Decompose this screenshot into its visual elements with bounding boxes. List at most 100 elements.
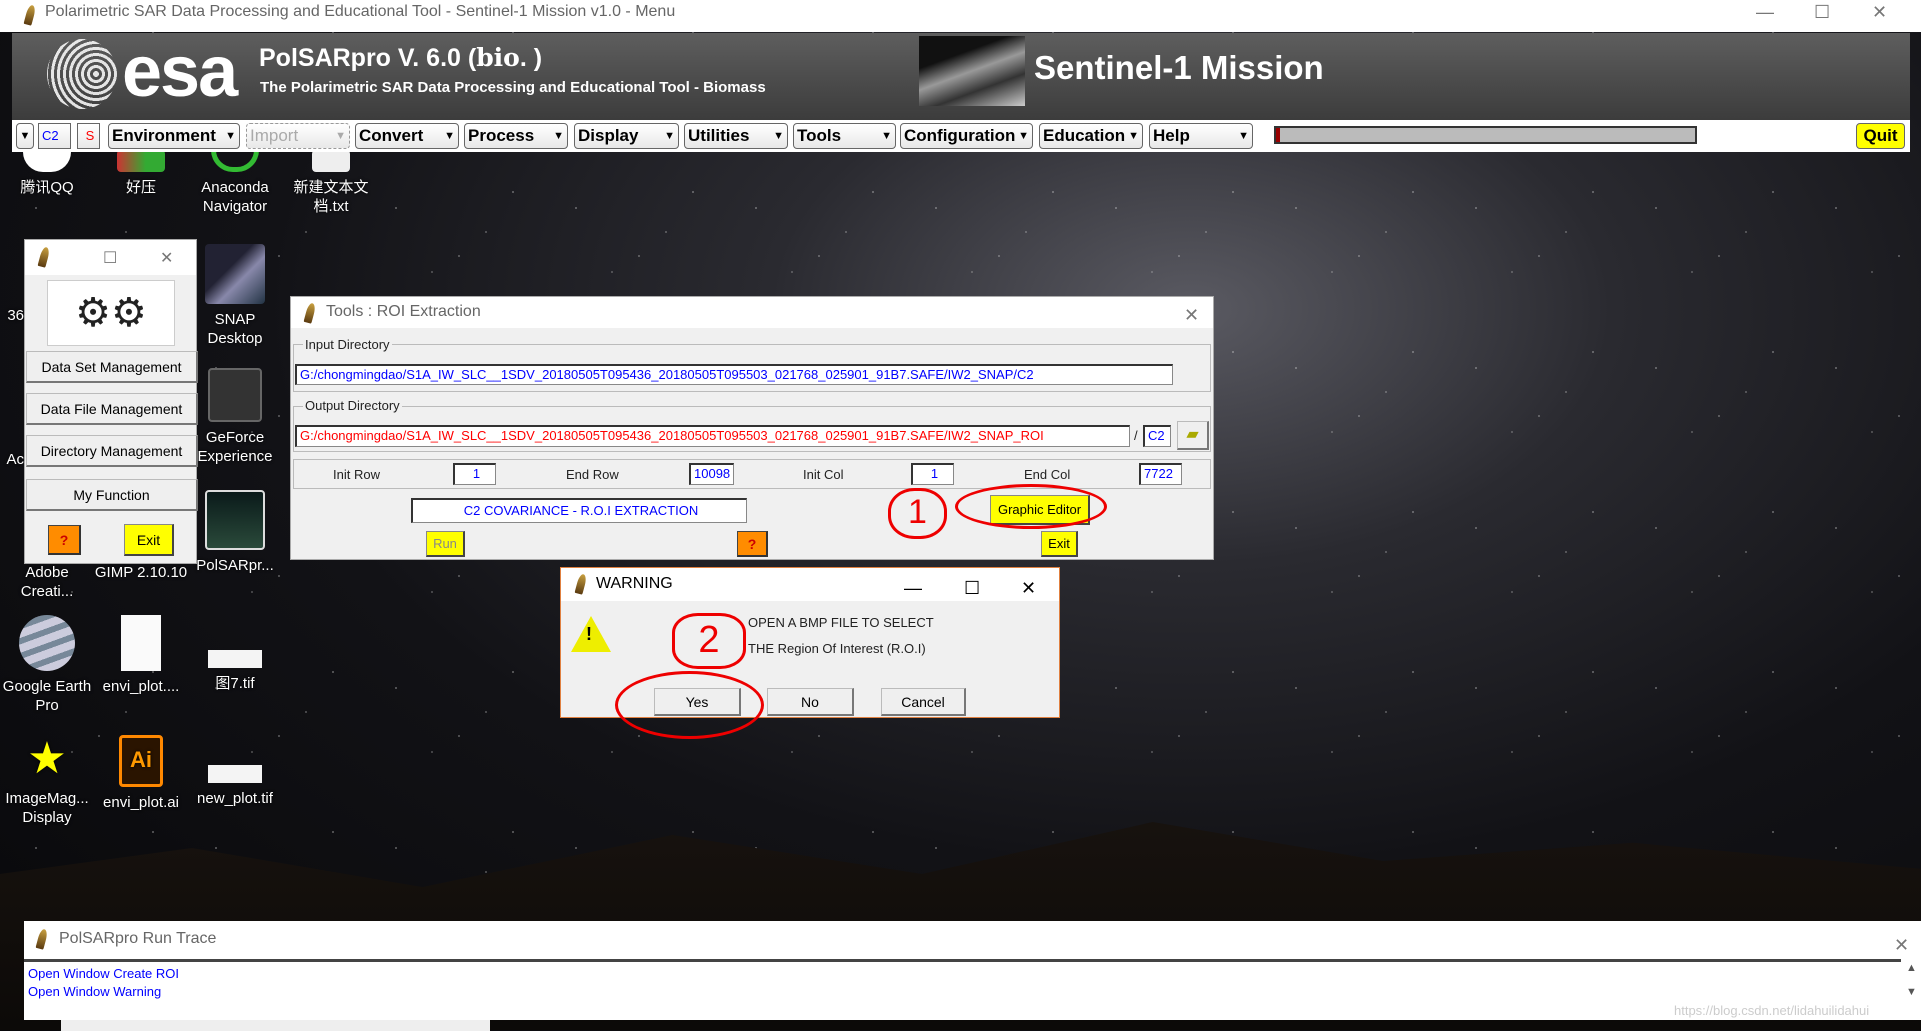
close-button[interactable]: ✕ — [1184, 300, 1199, 330]
help-button[interactable]: ? — [737, 531, 768, 557]
menu-process[interactable]: Process ▼ — [464, 123, 568, 149]
exit-button[interactable]: Exit — [1041, 531, 1078, 557]
desktop-icon-geforce[interactable]: GeForce Experience — [187, 368, 283, 466]
desktop-icon-ac[interactable]: Ac — [0, 450, 24, 469]
desktop-icon-360[interactable]: 36 — [0, 306, 24, 325]
main-window-titlebar: Polarimetric SAR Data Processing and Edu… — [0, 0, 1921, 32]
directory-management-button[interactable]: Directory Management — [26, 435, 198, 467]
desktop-icon-snap[interactable]: SNAP Desktop — [187, 244, 283, 348]
warning-message-line1: OPEN A BMP FILE TO SELECT — [748, 615, 934, 630]
tools-gears-icon: ⚙⚙ — [47, 280, 175, 346]
icon-label: Adobe Creati... — [20, 564, 74, 600]
desktop-icon-adobe[interactable]: Adobe Creati... — [0, 563, 95, 601]
icon-label: new_plot.tif — [197, 790, 273, 807]
run-trace-title: PolSARpro Run Trace — [59, 930, 217, 947]
esa-swirl-logo — [47, 39, 117, 109]
end-col-label: End Col — [1024, 467, 1071, 482]
menu-environment[interactable]: Environment ▼ — [108, 123, 240, 149]
mission-title: Sentinel-1 Mission — [1034, 49, 1324, 86]
desktop-icon-gimp[interactable]: GIMP 2.10.10 — [93, 563, 189, 582]
annotation-step-2: 2 — [672, 613, 746, 669]
warning-exclamation: ! — [586, 624, 592, 644]
warning-title: WARNING — [596, 575, 673, 592]
minimize-button[interactable]: — — [1756, 2, 1774, 23]
my-function-button[interactable]: My Function — [26, 479, 198, 511]
output-directory-field[interactable]: G:/chongmingdao/S1A_IW_SLC__1SDV_2018050… — [295, 425, 1130, 447]
annotation-ellipse-graphic-editor — [955, 484, 1107, 529]
folder-browse-button[interactable]: ▰ — [1177, 421, 1209, 450]
input-directory-field[interactable]: G:/chongmingdao/S1A_IW_SLC__1SDV_2018050… — [295, 364, 1173, 385]
desktop-icon-anaconda[interactable]: Anaconda Navigator — [187, 150, 283, 216]
icon-label: Ac — [6, 451, 24, 468]
end-col-field[interactable]: 7722 — [1139, 463, 1182, 485]
roi-titlebar: Tools : ROI Extraction ✕ — [291, 297, 1213, 328]
init-col-label: Init Col — [803, 467, 844, 482]
menu-education[interactable]: Education ▼ — [1039, 123, 1143, 149]
desktop-icon-haozip[interactable]: 好压 — [93, 150, 189, 197]
menu-utilities[interactable]: Utilities ▼ — [684, 123, 788, 149]
desktop-icon-envi-plot-ai[interactable]: Ai envi_plot.ai — [93, 735, 189, 812]
close-button[interactable]: ✕ — [1872, 2, 1887, 23]
menu-display[interactable]: Display ▼ — [574, 123, 679, 149]
icon-label: 腾讯QQ — [20, 179, 74, 196]
icon-label: Anaconda Navigator — [201, 179, 269, 215]
icon-label: 好压 — [125, 179, 156, 196]
run-trace-window: PolSARpro Run Trace ✕ Open Window Create… — [24, 921, 1921, 1020]
desktop-icon-fig7-tif[interactable]: 图7.tif — [187, 615, 283, 693]
run-trace-scrollbar[interactable]: ▲ ▼ — [1902, 962, 1921, 1020]
warning-message-line2: THE Region Of Interest (R.O.I) — [748, 641, 926, 656]
menu-help[interactable]: Help ▼ — [1149, 123, 1253, 149]
close-button[interactable]: ✕ — [1894, 927, 1909, 963]
desktop-icon-new-plot-tif[interactable]: new_plot.tif — [187, 735, 283, 808]
menu-configuration[interactable]: Configuration ▼ — [900, 123, 1033, 149]
icon-label: SNAP Desktop — [207, 311, 263, 347]
end-row-field[interactable]: 10098 — [689, 463, 734, 485]
maximize-button[interactable]: ☐ — [1814, 2, 1830, 23]
maximize-button[interactable]: ☐ — [964, 572, 980, 604]
desktop-icon-imagemagick[interactable]: ★ ImageMag... Display — [0, 735, 95, 827]
desktop-icon-qq[interactable]: 腾讯QQ — [0, 150, 95, 197]
run-trace-titlebar: PolSARpro Run Trace ✕ — [24, 921, 1921, 959]
exit-button[interactable]: Exit — [124, 524, 174, 556]
output-subdir-field[interactable]: C2 — [1143, 425, 1171, 447]
maximize-button[interactable]: ☐ — [103, 244, 117, 274]
polsarpro-feather-icon — [37, 246, 51, 268]
run-button[interactable]: Run — [426, 531, 465, 557]
init-row-label: Init Row — [333, 467, 380, 482]
desktop-icon-polsarpro[interactable]: PolSARpr... — [187, 490, 283, 575]
data-set-management-button[interactable]: Data Set Management — [26, 351, 198, 383]
mode-dropdown-arrow[interactable]: ▼ — [16, 123, 34, 149]
taskbar-item[interactable] — [61, 1020, 490, 1031]
polsarpro-feather-icon — [35, 928, 49, 950]
path-separator: / — [1134, 428, 1138, 443]
menu-import[interactable]: Import ▼ — [246, 123, 350, 149]
end-row-label: End Row — [566, 467, 619, 482]
icon-label: Google Earth Pro — [2, 678, 92, 714]
progress-fill — [1276, 128, 1281, 142]
run-trace-log: Open Window Create ROI Open Window Warni… — [24, 959, 1901, 1020]
no-button[interactable]: No — [767, 688, 854, 716]
banner: esa PolSARpro V. 6.0 (bio. ) The Polarim… — [12, 32, 1910, 120]
desktop-icon-envi-plot[interactable]: envi_plot.... — [93, 615, 189, 696]
annotation-ellipse-yes — [615, 671, 764, 739]
menu-convert[interactable]: Convert ▼ — [355, 123, 459, 149]
desktop-icon-google-earth[interactable]: Google Earth Pro — [0, 615, 95, 715]
desktop-icon-text-file[interactable]: 新建文本文档.txt — [283, 150, 379, 216]
menu-tools[interactable]: Tools ▼ — [793, 123, 896, 149]
input-directory-label: Input Directory — [303, 337, 392, 352]
esa-logo: esa — [122, 32, 238, 112]
watermark: https://blog.csdn.net/lidahuilidahui — [1674, 1003, 1870, 1018]
quit-button[interactable]: Quit — [1856, 123, 1905, 149]
init-row-field[interactable]: 1 — [453, 463, 496, 485]
side-menu-titlebar: ☐ ✕ — [25, 240, 196, 275]
cancel-button[interactable]: Cancel — [881, 688, 966, 716]
icon-label: PolSARpr... — [196, 557, 274, 574]
minimize-button[interactable]: — — [904, 572, 922, 604]
init-col-field[interactable]: 1 — [911, 463, 954, 485]
icon-label: envi_plot.... — [102, 678, 180, 695]
icon-label: 新建文本文档.txt — [293, 179, 369, 215]
help-button[interactable]: ? — [48, 525, 81, 555]
close-button[interactable]: ✕ — [160, 244, 173, 274]
close-button[interactable]: ✕ — [1021, 572, 1036, 604]
data-file-management-button[interactable]: Data File Management — [26, 393, 198, 425]
